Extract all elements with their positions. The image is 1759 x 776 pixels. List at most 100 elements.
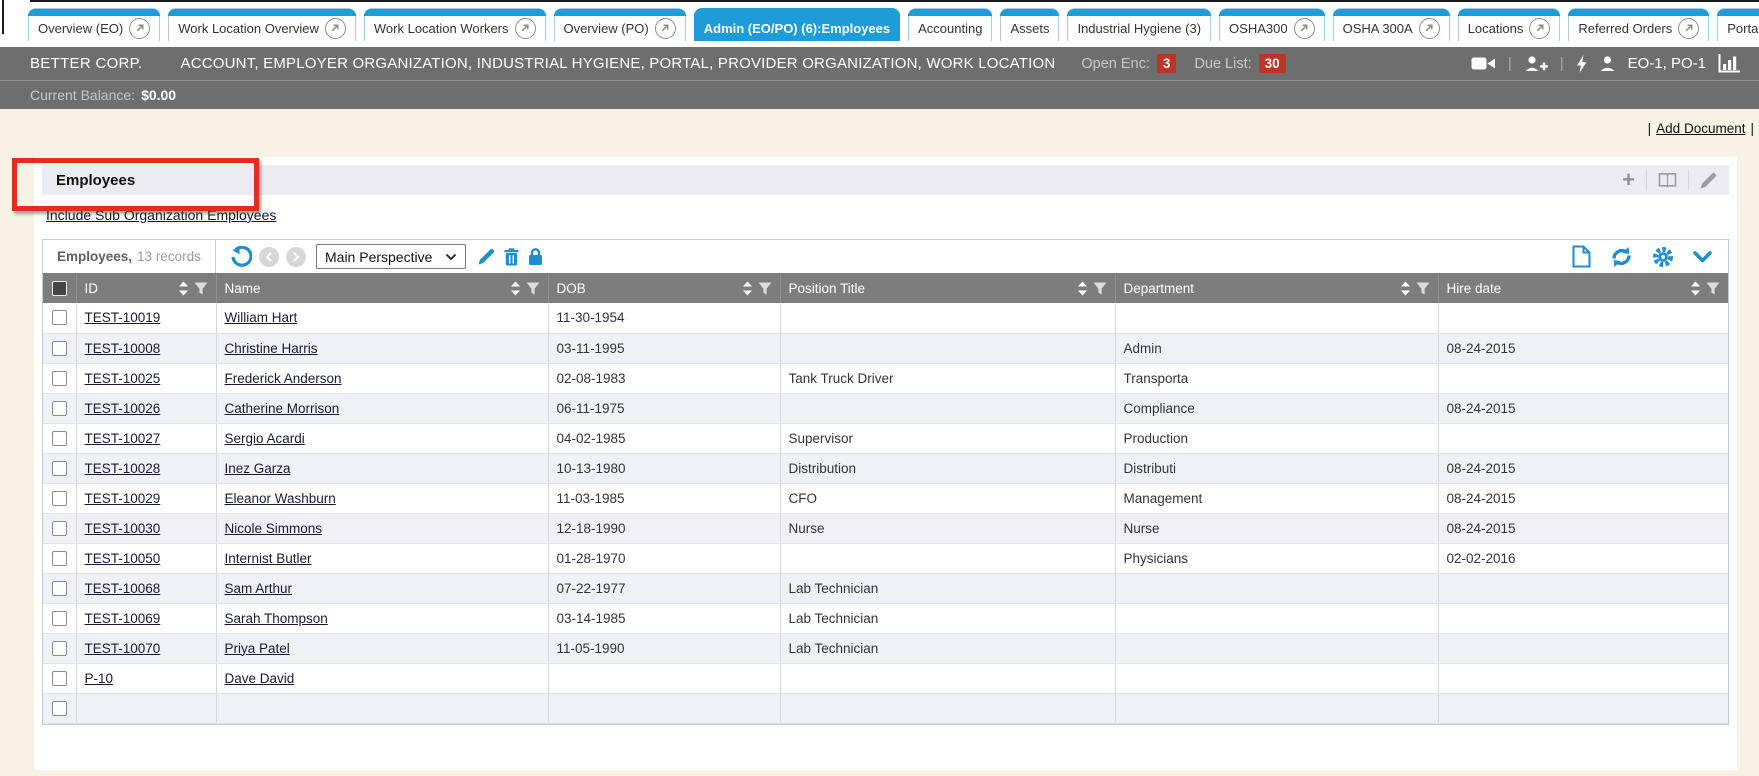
employee-id-link[interactable]: TEST-10019 <box>85 310 161 325</box>
tab-overview-eo[interactable]: Overview (EO) <box>28 8 160 41</box>
employee-id-link[interactable]: TEST-10029 <box>85 491 161 506</box>
sort-icon[interactable] <box>742 281 753 296</box>
external-link-icon[interactable] <box>1678 18 1699 39</box>
gear-icon[interactable] <box>1652 246 1674 268</box>
employee-name-link[interactable]: Eleanor Washburn <box>225 491 336 506</box>
employee-name-link[interactable]: Christine Harris <box>225 341 318 356</box>
row-checkbox[interactable] <box>52 521 67 536</box>
select-all-checkbox[interactable] <box>52 281 67 296</box>
undo-icon[interactable] <box>230 246 252 267</box>
row-checkbox[interactable] <box>52 341 67 356</box>
row-checkbox[interactable] <box>52 671 67 686</box>
sort-icon[interactable] <box>1690 281 1701 296</box>
employee-id-link[interactable]: TEST-10026 <box>85 401 161 416</box>
row-checkbox[interactable] <box>52 551 67 566</box>
external-link-icon[interactable] <box>515 18 536 39</box>
employee-name-link[interactable]: Dave David <box>225 671 295 686</box>
employee-id-link[interactable]: TEST-10069 <box>85 611 161 626</box>
add-document-link[interactable]: Add Document <box>1656 121 1745 136</box>
column-header-name[interactable]: Name <box>216 273 548 303</box>
column-header-position-title[interactable]: Position Title <box>780 273 1115 303</box>
employee-id-link[interactable]: TEST-10028 <box>85 461 161 476</box>
external-link-icon[interactable] <box>1294 18 1315 39</box>
tab-work-location-workers[interactable]: Work Location Workers <box>364 8 546 41</box>
sort-icon[interactable] <box>1077 281 1088 296</box>
sort-icon[interactable] <box>178 281 189 296</box>
row-checkbox[interactable] <box>52 581 67 596</box>
column-header-department[interactable]: Department <box>1115 273 1438 303</box>
employee-id-link[interactable]: TEST-10030 <box>85 521 161 536</box>
tab-portal-manage[interactable]: Portal Manage <box>1717 8 1759 41</box>
lock-icon[interactable] <box>528 247 543 266</box>
tab-accounting[interactable]: Accounting <box>908 8 992 41</box>
row-checkbox[interactable] <box>52 371 67 386</box>
new-document-icon[interactable] <box>1572 245 1591 268</box>
tab-osha300[interactable]: OSHA300 <box>1219 8 1325 41</box>
refresh-icon[interactable] <box>1610 246 1633 268</box>
collapse-chevron-icon[interactable] <box>1693 251 1712 263</box>
row-checkbox[interactable] <box>52 310 67 325</box>
delete-trash-icon[interactable] <box>504 248 519 266</box>
row-checkbox[interactable] <box>52 431 67 446</box>
employee-id-link[interactable]: TEST-10050 <box>85 551 161 566</box>
employee-id-link[interactable]: TEST-10068 <box>85 581 161 596</box>
row-checkbox[interactable] <box>52 701 67 716</box>
filter-funnel-icon[interactable] <box>194 282 208 295</box>
tab-locations[interactable]: Locations <box>1458 8 1561 41</box>
employee-id-link[interactable]: P-10 <box>85 671 114 686</box>
employee-id-link[interactable]: TEST-10008 <box>85 341 161 356</box>
sort-icon[interactable] <box>1400 281 1411 296</box>
employee-name-link[interactable]: Frederick Anderson <box>225 371 342 386</box>
row-checkbox[interactable] <box>52 401 67 416</box>
due-list-badge[interactable]: 30 <box>1259 54 1286 73</box>
filter-funnel-icon[interactable] <box>1093 282 1107 295</box>
employee-name-link[interactable]: Nicole Simmons <box>225 521 323 536</box>
person-icon[interactable] <box>1599 55 1616 72</box>
tab-referred-orders[interactable]: Referred Orders <box>1568 8 1709 41</box>
employee-id-link[interactable]: TEST-10027 <box>85 431 161 446</box>
filter-funnel-icon[interactable] <box>1706 282 1720 295</box>
prev-page-button[interactable] <box>259 247 279 267</box>
edit-pencil-icon[interactable] <box>1700 172 1717 189</box>
employee-name-link[interactable]: Inez Garza <box>225 461 291 476</box>
employee-name-link[interactable]: Priya Patel <box>225 641 290 656</box>
employee-name-link[interactable]: Sam Arthur <box>225 581 293 596</box>
filter-funnel-icon[interactable] <box>1416 282 1430 295</box>
open-enc-badge[interactable]: 3 <box>1157 54 1177 73</box>
external-link-icon[interactable] <box>1529 18 1550 39</box>
filter-funnel-icon[interactable] <box>758 282 772 295</box>
row-checkbox[interactable] <box>52 641 67 656</box>
lightning-icon[interactable] <box>1576 55 1587 73</box>
tab-osha-300a[interactable]: OSHA 300A <box>1333 8 1450 41</box>
row-checkbox[interactable] <box>52 461 67 476</box>
tab-industrial-hygiene-3[interactable]: Industrial Hygiene (3) <box>1067 8 1211 41</box>
external-link-icon[interactable] <box>325 18 346 39</box>
employee-name-link[interactable]: Internist Butler <box>225 551 312 566</box>
row-checkbox[interactable] <box>52 491 67 506</box>
video-camera-icon[interactable] <box>1471 55 1496 72</box>
notebook-icon[interactable] <box>1658 172 1677 188</box>
next-page-button[interactable] <box>286 247 306 267</box>
external-link-icon[interactable] <box>1419 18 1440 39</box>
edit-perspective-pencil-icon[interactable] <box>478 248 495 265</box>
employee-name-link[interactable]: Catherine Morrison <box>225 401 340 416</box>
column-header-id[interactable]: ID <box>76 273 216 303</box>
employee-name-link[interactable]: Sergio Acardi <box>225 431 305 446</box>
external-link-icon[interactable] <box>129 18 150 39</box>
filter-funnel-icon[interactable] <box>526 282 540 295</box>
bar-chart-icon[interactable] <box>1718 54 1741 73</box>
tab-assets[interactable]: Assets <box>1000 8 1059 41</box>
employee-name-link[interactable]: William Hart <box>225 310 298 325</box>
add-person-icon[interactable] <box>1524 55 1548 72</box>
tab-work-location-overview[interactable]: Work Location Overview <box>168 8 356 41</box>
tab-overview-po[interactable]: Overview (PO) <box>554 8 686 41</box>
column-header-hire-date[interactable]: Hire date <box>1438 273 1728 303</box>
employee-id-link[interactable]: TEST-10025 <box>85 371 161 386</box>
employee-id-link[interactable]: TEST-10070 <box>85 641 161 656</box>
add-icon[interactable]: + <box>1622 171 1635 189</box>
employee-name-link[interactable]: Sarah Thompson <box>225 611 328 626</box>
column-header-dob[interactable]: DOB <box>548 273 780 303</box>
row-checkbox[interactable] <box>52 611 67 626</box>
sort-icon[interactable] <box>510 281 521 296</box>
external-link-icon[interactable] <box>655 18 676 39</box>
